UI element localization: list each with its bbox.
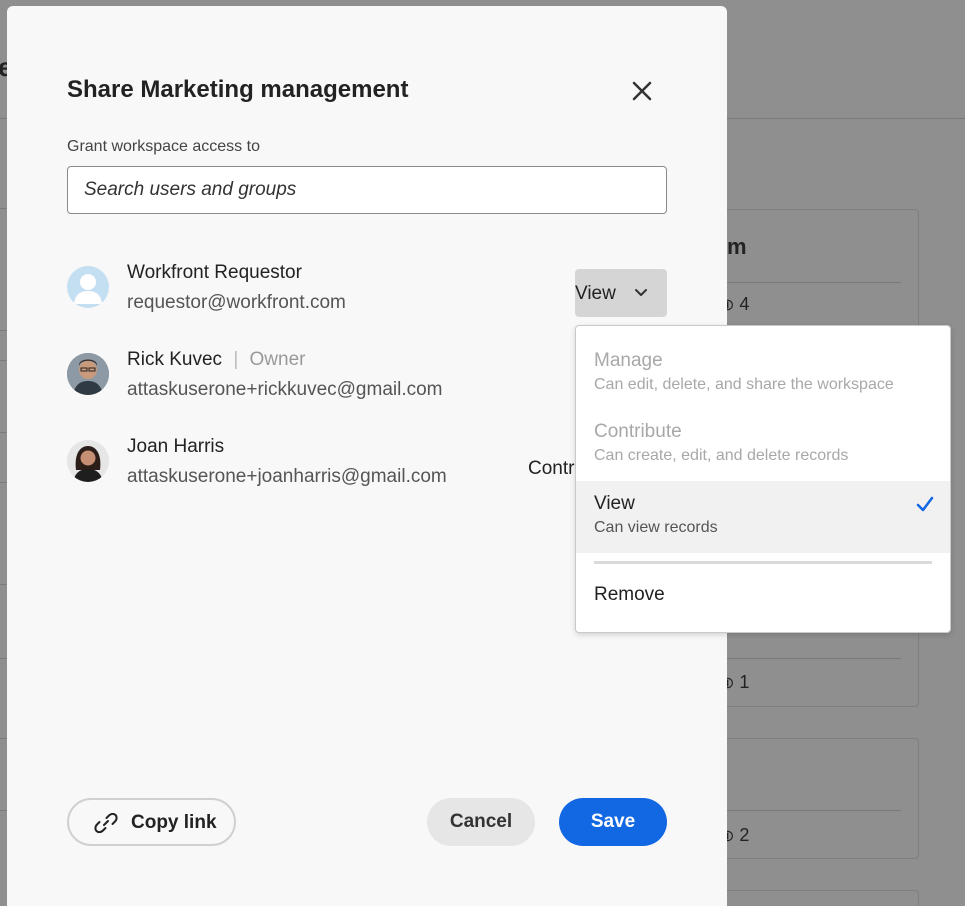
background-card-divider bbox=[701, 810, 901, 811]
user-email: attaskuserone+joanharris@gmail.com bbox=[127, 466, 447, 487]
menu-item-description: Can create, edit, and delete records bbox=[594, 447, 849, 464]
close-button[interactable] bbox=[627, 76, 657, 106]
permission-picker[interactable]: View bbox=[575, 269, 667, 317]
user-email: attaskuserone+rickkuvec@gmail.com bbox=[127, 379, 443, 400]
background-card-divider bbox=[701, 282, 901, 283]
permission-picker-label: View bbox=[575, 283, 616, 304]
user-name: Joan Harris bbox=[127, 436, 225, 457]
link-icon bbox=[94, 812, 118, 834]
close-icon bbox=[632, 81, 652, 101]
avatar bbox=[67, 440, 109, 482]
menu-item-label: Manage bbox=[594, 350, 663, 371]
chevron-down-icon bbox=[635, 289, 647, 296]
user-photo-icon bbox=[67, 353, 109, 395]
role-separator: | bbox=[233, 349, 239, 370]
user-photo-icon bbox=[67, 440, 109, 482]
checkmark-icon bbox=[916, 496, 934, 512]
menu-item-remove[interactable]: Remove bbox=[576, 584, 950, 606]
menu-divider bbox=[594, 561, 932, 564]
dialog-title: Share Marketing management bbox=[67, 76, 409, 103]
grant-access-label: Grant workspace access to bbox=[67, 138, 260, 155]
menu-item-manage[interactable]: Manage Can edit, delete, and share the w… bbox=[576, 350, 950, 394]
menu-item-label: View bbox=[594, 493, 635, 514]
user-email: requestor@workfront.com bbox=[127, 292, 346, 313]
search-users-input[interactable] bbox=[67, 166, 667, 214]
background-card-divider bbox=[701, 658, 901, 659]
menu-item-contribute[interactable]: Contribute Can create, edit, and delete … bbox=[576, 421, 950, 465]
permission-menu: Manage Can edit, delete, and share the w… bbox=[575, 325, 951, 633]
avatar bbox=[67, 266, 109, 308]
menu-item-label: Contribute bbox=[594, 421, 682, 442]
avatar bbox=[67, 353, 109, 395]
menu-item-description: Can view records bbox=[594, 519, 718, 536]
background-card-title: m bbox=[727, 234, 747, 259]
copy-link-button[interactable]: Copy link bbox=[67, 798, 236, 846]
copy-link-label: Copy link bbox=[131, 812, 217, 833]
save-button[interactable]: Save bbox=[559, 798, 667, 846]
menu-item-description: Can edit, delete, and share the workspac… bbox=[594, 376, 894, 393]
cancel-button[interactable]: Cancel bbox=[427, 798, 535, 846]
user-name: Workfront Requestor bbox=[127, 262, 302, 283]
background-card: ⊘ 2 bbox=[700, 738, 919, 859]
default-user-icon bbox=[74, 274, 102, 304]
owner-role-label: Owner bbox=[249, 349, 306, 370]
background-card bbox=[700, 890, 919, 906]
user-name: Rick Kuvec | Owner bbox=[127, 349, 306, 371]
menu-item-label: Remove bbox=[594, 584, 665, 605]
user-name-text: Rick Kuvec bbox=[127, 349, 223, 370]
menu-item-view[interactable]: View Can view records bbox=[576, 481, 950, 553]
